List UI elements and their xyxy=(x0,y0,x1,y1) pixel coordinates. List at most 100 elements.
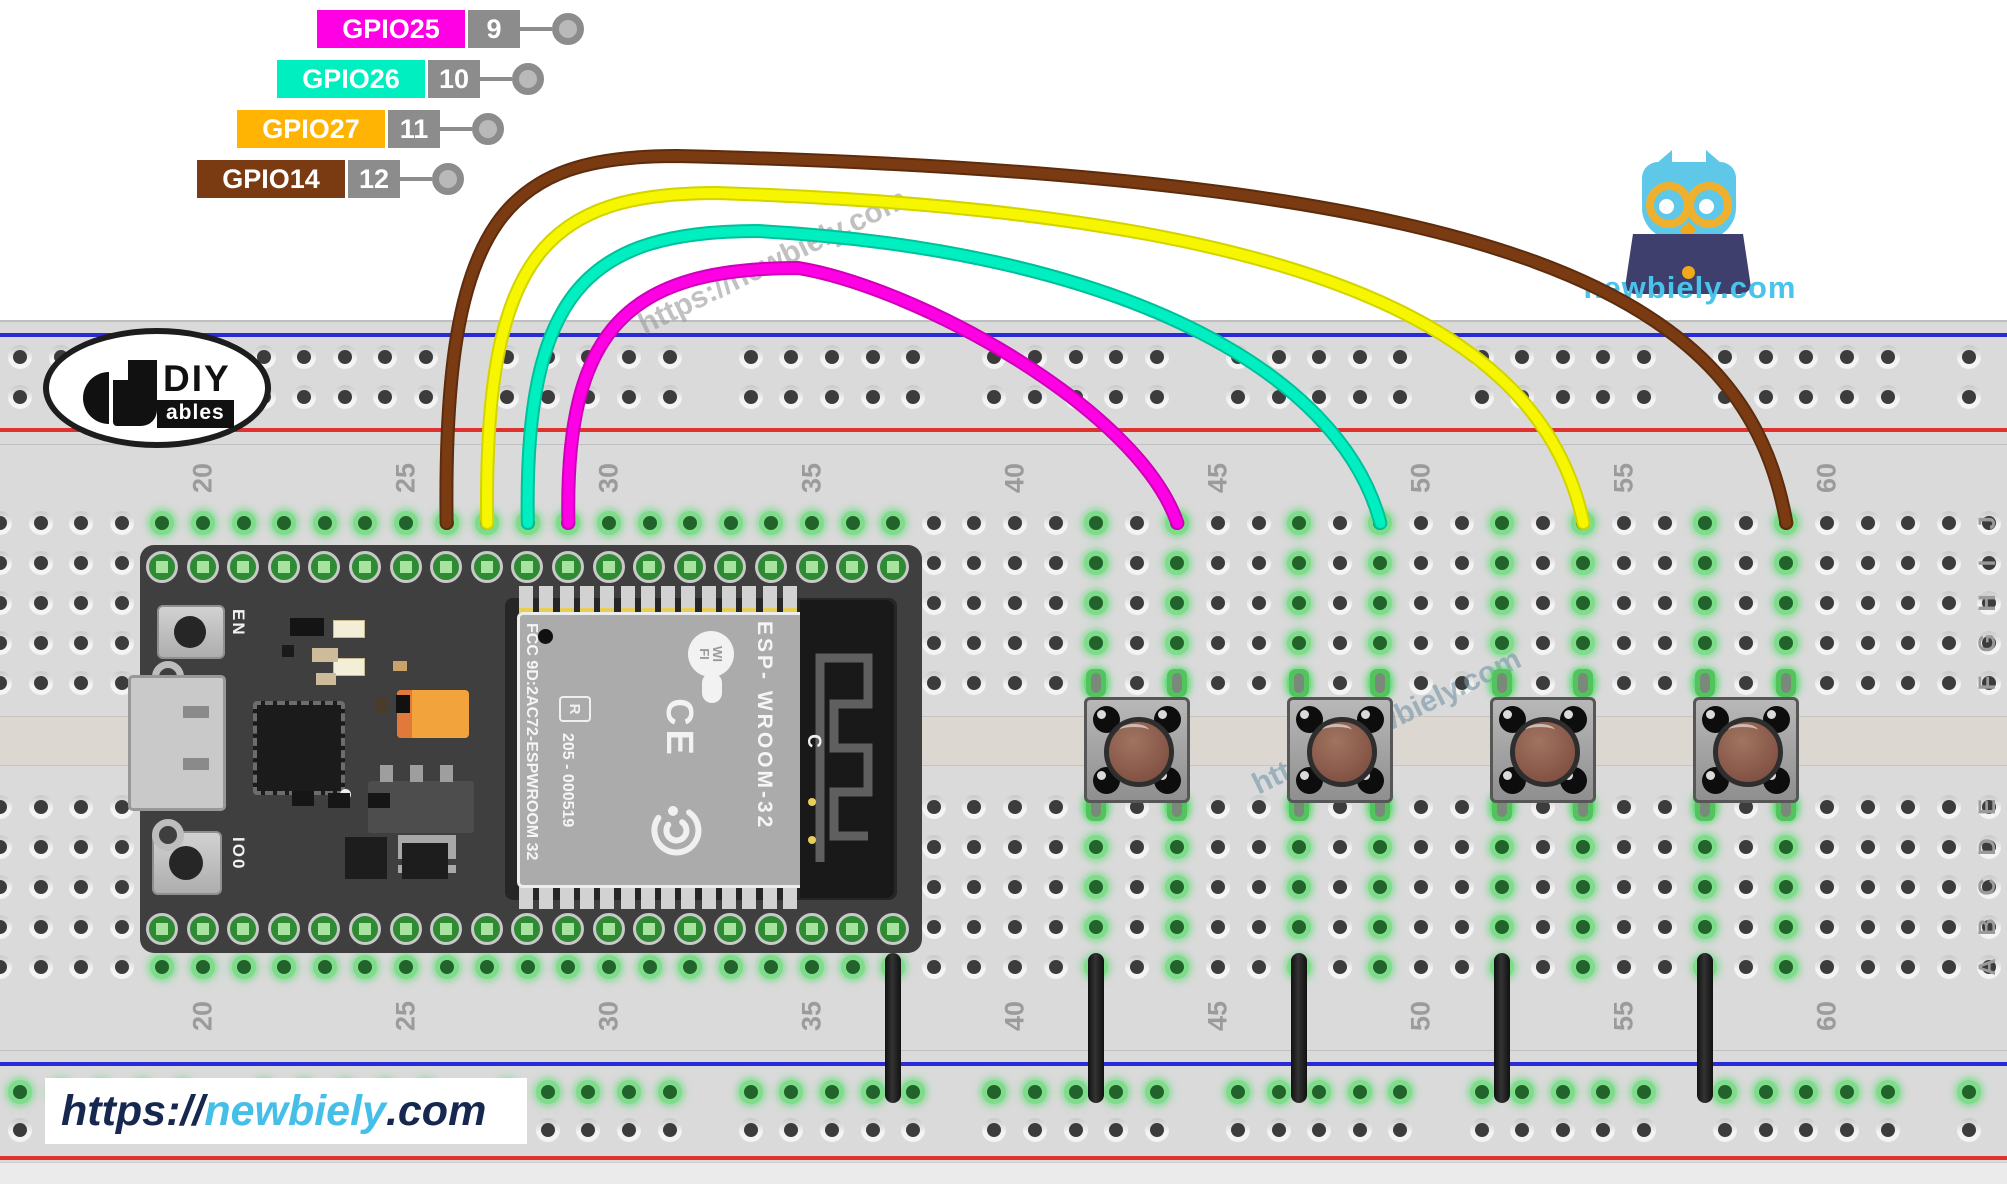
breadboard-hole xyxy=(1206,915,1230,939)
button-leg-stub xyxy=(1776,669,1797,697)
breadboard-hole xyxy=(28,551,53,575)
breadboard-hole xyxy=(1530,835,1555,859)
breadboard-hole xyxy=(69,795,94,819)
column-number: 30 xyxy=(593,1000,624,1032)
row-letter: D xyxy=(1974,838,2001,856)
breadboard-hole xyxy=(1652,631,1677,655)
gpio-callout: GPIO26 10 xyxy=(277,60,544,98)
breadboard-hole xyxy=(1612,835,1636,859)
push-button xyxy=(1083,697,1190,803)
wifi-logo-icon: WI FI xyxy=(688,631,734,677)
callout-line xyxy=(480,77,512,81)
breadboard-hole xyxy=(1043,511,1068,535)
breadboard-hole xyxy=(1956,385,1981,409)
esp32-pin-socket xyxy=(389,913,422,945)
esp32-pin-socket xyxy=(267,913,300,945)
column-number: 50 xyxy=(1405,1000,1436,1032)
esp32-pin-socket xyxy=(836,551,869,583)
breadboard-hole xyxy=(1936,915,1961,939)
esp32-pin-socket xyxy=(511,551,544,583)
gpio-label: GPIO27 xyxy=(237,110,385,148)
callout-pin-icon xyxy=(472,113,504,145)
breadboard-hole-connected xyxy=(1713,1080,1738,1104)
breadboard-hole xyxy=(820,1118,844,1142)
breadboard-hole xyxy=(1530,591,1555,615)
regulator-leg xyxy=(410,765,423,782)
breadboard-hole xyxy=(921,915,946,939)
breadboard-hole xyxy=(1652,511,1677,535)
breadboard-hole xyxy=(292,345,317,369)
breadboard-hole xyxy=(1530,631,1555,655)
breadboard-hole xyxy=(1449,795,1474,819)
breadboard-hole-connected xyxy=(840,955,865,979)
breadboard-hole-connected xyxy=(1287,835,1312,859)
breadboard-hole xyxy=(8,345,32,369)
breadboard-hole-connected xyxy=(1287,915,1312,939)
esp32-pin-socket xyxy=(267,551,300,583)
breadboard-hole-connected xyxy=(718,511,743,535)
breadboard-hole xyxy=(1144,345,1169,369)
breadboard-hole xyxy=(1327,631,1352,655)
breadboard-hole xyxy=(1835,345,1859,369)
breadboard-hole xyxy=(1003,631,1027,655)
module-pad xyxy=(620,586,635,613)
breadboard-hole xyxy=(109,591,134,615)
column-number: 40 xyxy=(999,1000,1030,1032)
breadboard-hole xyxy=(1510,385,1535,409)
breadboard-hole-connected xyxy=(1632,1080,1656,1104)
breadboard-hole xyxy=(1815,511,1839,535)
breadboard-hole xyxy=(921,795,946,819)
module-pad xyxy=(519,586,533,613)
breadboard-hole xyxy=(1530,955,1555,979)
breadboard-hole-connected xyxy=(1956,1080,1981,1104)
breadboard-hole xyxy=(1936,875,1961,899)
breadboard-bottom-edge xyxy=(0,1162,2007,1184)
breadboard-hole xyxy=(1713,385,1738,409)
breadboard-hole-connected xyxy=(860,1080,885,1104)
gpio-label: GPIO26 xyxy=(277,60,425,98)
breadboard-hole xyxy=(1266,345,1291,369)
breadboard-hole xyxy=(1003,955,1027,979)
breadboard-hole xyxy=(1266,385,1291,409)
column-number: 45 xyxy=(1202,1000,1233,1032)
breadboard-hole xyxy=(1835,1118,1859,1142)
breadboard-hole-connected xyxy=(1266,1080,1291,1104)
breadboard-hole xyxy=(921,955,946,979)
module-name-text: ESP- WROOM-32 xyxy=(753,621,776,831)
breadboard-hole xyxy=(1652,955,1677,979)
breadboard-hole-connected xyxy=(1490,591,1515,615)
button-leg-stub xyxy=(1492,669,1513,697)
breadboard-hole xyxy=(28,671,53,695)
button-leg-stub xyxy=(1695,669,1716,697)
breadboard-hole xyxy=(28,955,53,979)
button-leg-stub xyxy=(1167,669,1188,697)
breadboard-hole xyxy=(1206,551,1230,575)
breadboard-hole xyxy=(1449,875,1474,899)
breadboard-hole xyxy=(28,835,53,859)
breadboard-hole-connected xyxy=(535,1080,560,1104)
row-letter: I xyxy=(1974,559,2001,567)
breadboard-hole-connected xyxy=(1104,1080,1129,1104)
breadboard-hole xyxy=(657,385,682,409)
breadboard-hole xyxy=(1652,875,1677,899)
breadboard-hole xyxy=(1550,385,1575,409)
breadboard-hole xyxy=(1063,1118,1088,1142)
breadboard-hole xyxy=(1246,551,1271,575)
breadboard-hole xyxy=(1043,955,1068,979)
breadboard-hole xyxy=(1104,345,1129,369)
breadboard-hole xyxy=(1733,631,1758,655)
breadboard-hole xyxy=(69,955,94,979)
esp32-pin-socket xyxy=(755,913,787,945)
breadboard-hole-connected xyxy=(738,1080,763,1104)
breadboard-hole xyxy=(69,875,94,899)
breadboard-hole xyxy=(1347,385,1372,409)
breadboard-hole-connected xyxy=(718,955,743,979)
breadboard-hole xyxy=(1003,591,1027,615)
breadboard-hole-connected xyxy=(678,511,703,535)
breadboard-hole xyxy=(535,1118,560,1142)
breadboard-hole xyxy=(901,1118,926,1142)
breadboard-hole xyxy=(1815,631,1839,655)
breadboard-hole xyxy=(1896,955,1921,979)
module-fcc-text: FCC 9D:2AC72-ESPWROOM 32 xyxy=(523,623,540,861)
row-letter: C xyxy=(1974,878,2001,896)
